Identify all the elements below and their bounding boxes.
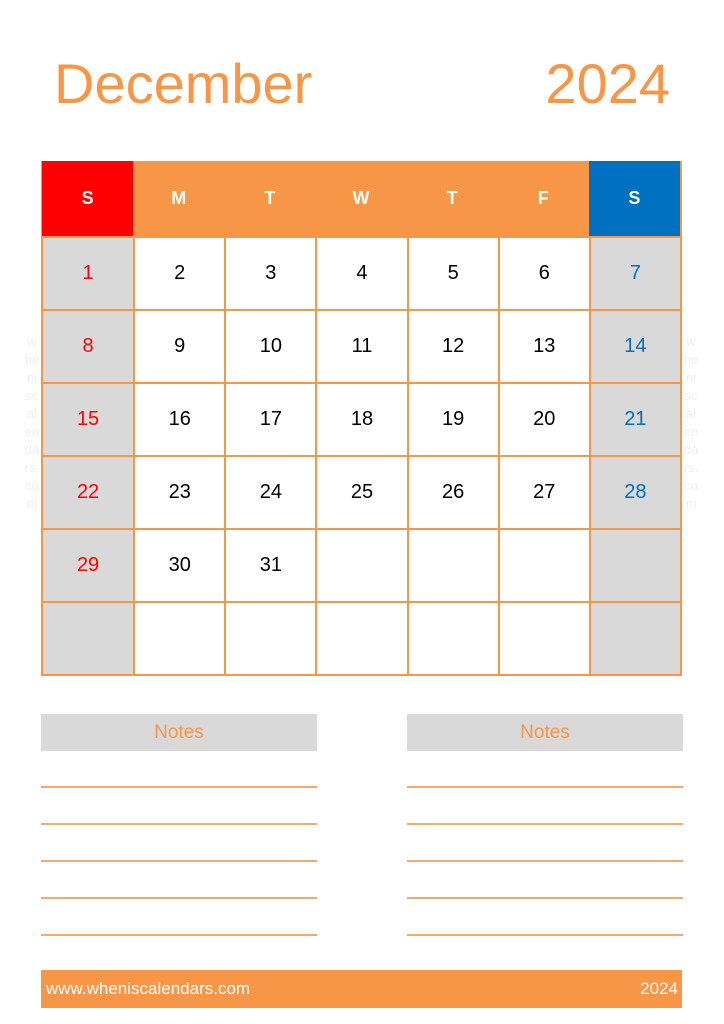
day-cell: 2 <box>133 236 225 309</box>
side-watermark-right: wheniscalendars.com <box>683 334 699 511</box>
day-cell: 27 <box>497 455 589 528</box>
weekday-header-thursday: T <box>406 161 498 236</box>
day-cell: 9 <box>133 309 225 382</box>
note-line <box>41 786 317 788</box>
note-line <box>407 860 683 862</box>
day-cell: 7 <box>588 236 680 309</box>
side-watermark-left: wheniscalendars.com <box>24 334 40 511</box>
day-cell: 16 <box>133 382 225 455</box>
day-cell: 28 <box>588 455 680 528</box>
day-cell: 30 <box>133 528 225 601</box>
footer-website: www.wheniscalendars.com <box>46 979 251 998</box>
note-line <box>407 934 683 936</box>
day-cell: 31 <box>224 528 316 601</box>
day-cell: 15 <box>42 382 134 455</box>
day-cell: 10 <box>224 309 316 382</box>
note-line <box>41 823 317 825</box>
day-cell: 1 <box>42 236 134 309</box>
weekday-header-friday: F <box>497 161 589 236</box>
day-cell <box>588 601 680 674</box>
note-line <box>41 934 317 936</box>
note-line <box>407 823 683 825</box>
day-cell: 6 <box>497 236 589 309</box>
day-cell: 8 <box>42 309 134 382</box>
day-cell <box>315 601 407 674</box>
day-cell <box>133 601 225 674</box>
day-cell: 23 <box>133 455 225 528</box>
day-cell: 14 <box>588 309 680 382</box>
day-cell: 29 <box>42 528 134 601</box>
day-cell: 19 <box>406 382 498 455</box>
day-cell <box>497 601 589 674</box>
footer-bar: www.wheniscalendars.com 2024 <box>41 970 682 1008</box>
day-cell <box>588 528 680 601</box>
day-cell <box>497 528 589 601</box>
day-cell: 13 <box>497 309 589 382</box>
day-cell: 4 <box>315 236 407 309</box>
note-line <box>407 897 683 899</box>
day-cell: 20 <box>497 382 589 455</box>
day-cell <box>42 601 134 674</box>
day-cell: 26 <box>406 455 498 528</box>
calendar-grid: S M T W T F S 1 2 3 4 5 6 7 8 9 10 11 12… <box>41 161 682 676</box>
day-cell: 21 <box>588 382 680 455</box>
year-title: 2024 <box>545 52 670 115</box>
day-cell <box>406 601 498 674</box>
day-cell <box>406 528 498 601</box>
day-cell: 5 <box>406 236 498 309</box>
notes-section-left: Notes <box>41 714 317 936</box>
weekday-header-sunday: S <box>42 161 134 236</box>
day-cell <box>224 601 316 674</box>
day-cell: 17 <box>224 382 316 455</box>
day-cell: 18 <box>315 382 407 455</box>
weekday-header-wednesday: W <box>315 161 407 236</box>
month-title: December <box>54 52 313 115</box>
weekday-header-saturday: S <box>588 161 680 236</box>
weekday-header-tuesday: T <box>224 161 316 236</box>
notes-section-right: Notes <box>407 714 683 936</box>
day-cell: 22 <box>42 455 134 528</box>
day-cell: 25 <box>315 455 407 528</box>
note-line <box>41 860 317 862</box>
note-line <box>407 786 683 788</box>
day-cell: 12 <box>406 309 498 382</box>
day-cell: 24 <box>224 455 316 528</box>
day-cell <box>315 528 407 601</box>
footer-year: 2024 <box>640 979 678 998</box>
note-line <box>41 897 317 899</box>
day-cell: 11 <box>315 309 407 382</box>
notes-header-right: Notes <box>407 714 683 751</box>
notes-header-left: Notes <box>41 714 317 751</box>
weekday-header-monday: M <box>133 161 225 236</box>
day-cell: 3 <box>224 236 316 309</box>
